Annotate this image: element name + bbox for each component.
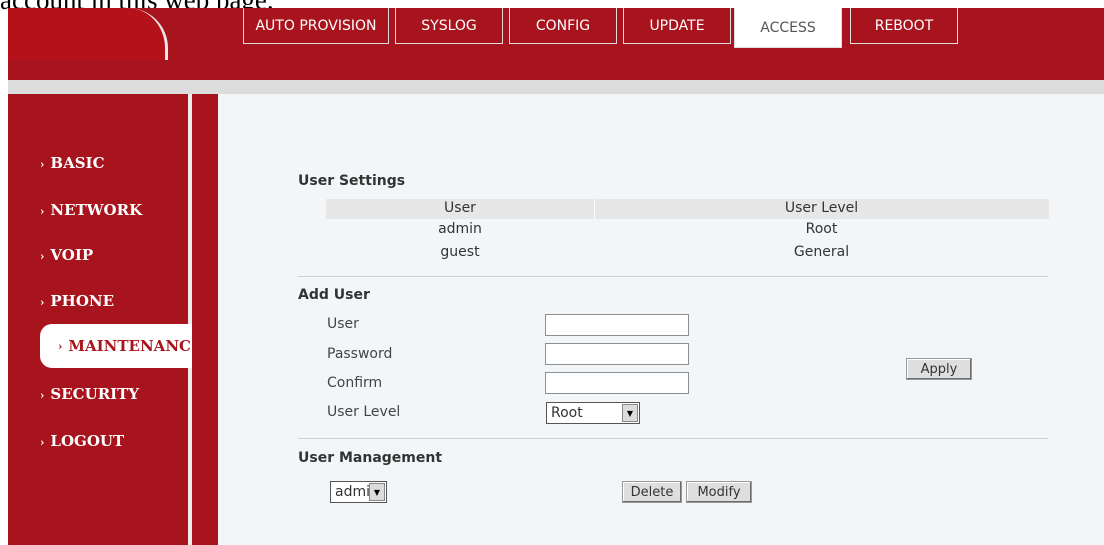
table-cell-user: admin	[438, 221, 482, 237]
table-cell-user-level: Root	[805, 221, 838, 237]
header-strip	[8, 80, 1104, 94]
manage-user-select[interactable]: admin ▼	[330, 481, 387, 503]
user-level-select[interactable]: Root ▼	[546, 402, 640, 424]
sidebar-item-voip[interactable]: › VOIP	[40, 246, 93, 264]
dropdown-arrow-icon[interactable]: ▼	[622, 404, 638, 422]
tab-auto-provision[interactable]: AUTO PROVISION	[243, 8, 389, 44]
confirm-label: Confirm	[327, 375, 383, 391]
apply-button[interactable]: Apply	[906, 358, 972, 380]
column-header-user-level: User Level	[784, 200, 859, 216]
tab-config[interactable]: CONFIG	[509, 8, 617, 44]
sidebar-item-maintenance[interactable]: › MAINTENANC	[40, 324, 192, 368]
chevron-right-icon: ›	[40, 250, 45, 263]
sidebar-item-logout[interactable]: › LOGOUT	[40, 432, 124, 450]
add-user-title: Add User	[298, 287, 370, 303]
user-level-value: Root	[551, 405, 583, 421]
sidebar-item-basic[interactable]: › BASIC	[40, 154, 105, 172]
user-label: User	[327, 316, 359, 332]
chevron-right-icon: ›	[40, 205, 45, 218]
tab-syslog[interactable]: SYSLOG	[395, 8, 503, 44]
tab-access[interactable]: ACCESS	[734, 8, 842, 48]
confirm-password-input[interactable]	[545, 372, 689, 394]
table-cell-user-level: General	[793, 244, 850, 260]
user-settings-title: User Settings	[298, 173, 406, 189]
sidebar-rail	[192, 94, 218, 545]
chevron-right-icon: ›	[58, 339, 63, 353]
delete-button[interactable]: Delete	[622, 481, 682, 503]
chevron-right-icon: ›	[40, 389, 45, 402]
column-header-user: User	[444, 200, 476, 216]
tab-reboot[interactable]: REBOOT	[850, 8, 958, 44]
chevron-right-icon: ›	[40, 296, 45, 309]
sidebar-item-security[interactable]: › SECURITY	[40, 385, 139, 403]
tab-update[interactable]: UPDATE	[623, 8, 731, 44]
divider	[298, 438, 1048, 439]
user-management-title: User Management	[298, 450, 443, 466]
table-cell-user: guest	[440, 244, 480, 260]
user-table-header: User User Level	[326, 199, 1049, 219]
sidebar-item-network[interactable]: › NETWORK	[40, 201, 142, 219]
password-input[interactable]	[545, 343, 689, 365]
sidebar-item-phone[interactable]: › PHONE	[40, 292, 114, 310]
user-input[interactable]	[545, 314, 689, 336]
logo-area	[8, 8, 168, 60]
chevron-right-icon: ›	[40, 436, 45, 449]
chevron-right-icon: ›	[40, 158, 45, 171]
divider	[298, 276, 1048, 277]
password-label: Password	[327, 346, 393, 362]
user-level-label: User Level	[327, 404, 401, 420]
dropdown-arrow-icon[interactable]: ▼	[369, 483, 385, 501]
modify-button[interactable]: Modify	[686, 481, 752, 503]
